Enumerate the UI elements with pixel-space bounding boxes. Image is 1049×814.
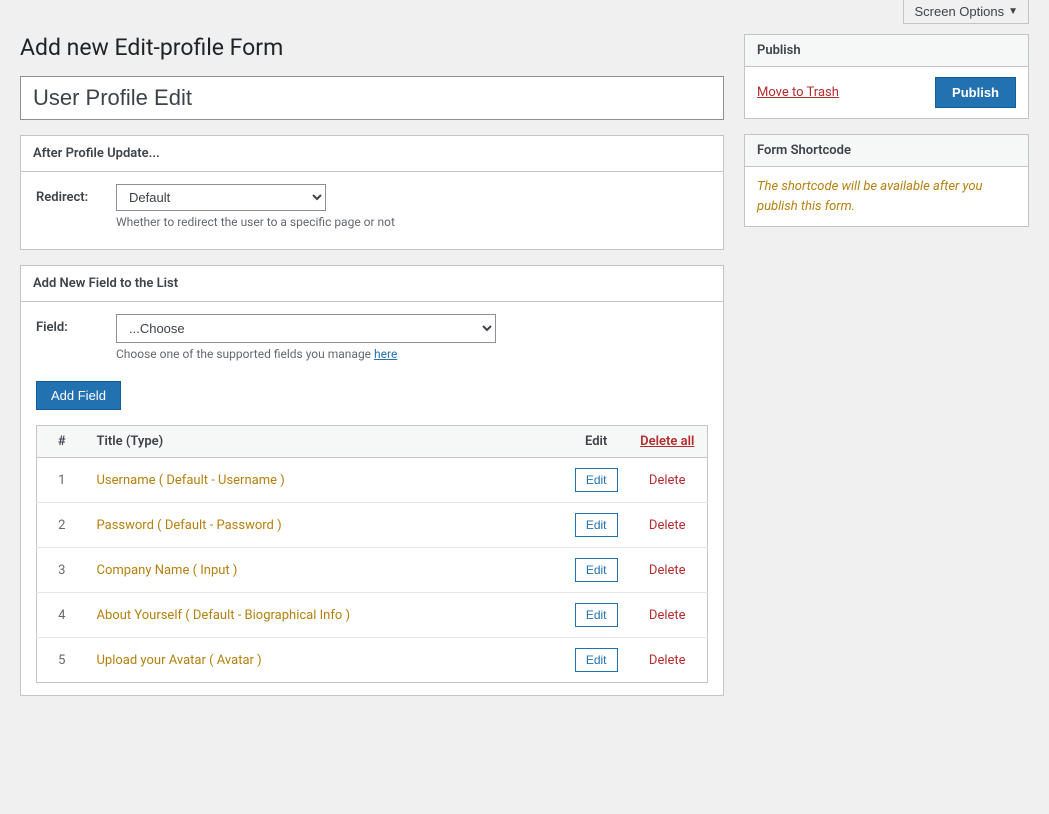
row-delete-link[interactable]: Delete bbox=[649, 473, 686, 488]
table-row: 1 Username ( Default - Username ) Edit Dele… bbox=[37, 458, 708, 503]
table-body: 1 Username ( Default - Username ) Edit Dele… bbox=[37, 458, 708, 683]
after-profile-update-header: After Profile Update... bbox=[21, 136, 723, 172]
publish-button[interactable]: Publish bbox=[935, 77, 1016, 108]
choose-field-description: Choose one of the supported fields you m… bbox=[116, 347, 708, 361]
redirect-description: Whether to redirect the user to a specif… bbox=[116, 215, 708, 229]
row-edit-cell: Edit bbox=[565, 593, 628, 638]
redirect-select[interactable]: Default Same Page Custom URL bbox=[116, 184, 326, 211]
row-number: 1 bbox=[37, 458, 87, 503]
shortcode-note: The shortcode will be available after yo… bbox=[757, 177, 1016, 216]
form-title-input[interactable] bbox=[20, 76, 724, 120]
add-field-button[interactable]: Add Field bbox=[36, 381, 121, 410]
publish-panel-header: Publish bbox=[745, 35, 1028, 67]
screen-options-label: Screen Options bbox=[914, 4, 1004, 19]
row-edit-cell: Edit bbox=[565, 458, 628, 503]
row-edit-button[interactable]: Edit bbox=[575, 468, 618, 492]
row-edit-cell: Edit bbox=[565, 548, 628, 593]
shortcode-panel-header: Form Shortcode bbox=[745, 135, 1028, 167]
row-delete-link[interactable]: Delete bbox=[649, 608, 686, 623]
row-title-text: Upload your Avatar ( Avatar ) bbox=[97, 653, 262, 668]
chevron-down-icon: ▼ bbox=[1008, 6, 1018, 17]
add-new-field-body: Field: ...Choose Choose one of the suppo… bbox=[21, 302, 723, 695]
row-edit-button[interactable]: Edit bbox=[575, 513, 618, 537]
col-header-edit: Edit bbox=[565, 426, 628, 458]
row-delete-cell: Delete bbox=[628, 593, 708, 638]
table-row: 3 Company Name ( Input ) Edit Delete bbox=[37, 548, 708, 593]
row-delete-cell: Delete bbox=[628, 548, 708, 593]
redirect-label: Redirect: bbox=[36, 184, 106, 205]
row-number: 3 bbox=[37, 548, 87, 593]
field-label: Field: bbox=[36, 314, 106, 335]
row-delete-link[interactable]: Delete bbox=[649, 653, 686, 668]
row-delete-link[interactable]: Delete bbox=[649, 563, 686, 578]
sidebar: Publish Move to Trash Publish Form Short… bbox=[744, 34, 1029, 711]
table-header-row: # Title (Type) Edit Delete all bbox=[37, 426, 708, 458]
row-title-text: Company Name ( Input ) bbox=[97, 563, 238, 578]
row-title-text: Password ( Default - Password ) bbox=[97, 518, 282, 533]
page-title: Add new Edit-profile Form bbox=[20, 34, 724, 61]
choose-field-row: Field: ...Choose Choose one of the suppo… bbox=[36, 314, 708, 361]
here-link[interactable]: here bbox=[374, 347, 397, 361]
col-header-title: Title (Type) bbox=[87, 426, 565, 458]
shortcode-panel-body: The shortcode will be available after yo… bbox=[745, 167, 1028, 226]
table-row: 5 Upload your Avatar ( Avatar ) Edit Delete bbox=[37, 638, 708, 683]
row-edit-button[interactable]: Edit bbox=[575, 558, 618, 582]
redirect-field-content: Default Same Page Custom URL Whether to … bbox=[116, 184, 708, 229]
shortcode-panel: Form Shortcode The shortcode will be ava… bbox=[744, 134, 1029, 227]
fields-table: # Title (Type) Edit Delete all 1 Username… bbox=[36, 425, 708, 683]
main-content: Add new Edit-profile Form After Profile … bbox=[20, 34, 724, 711]
after-profile-update-panel: After Profile Update... Redirect: Defaul… bbox=[20, 135, 724, 250]
row-delete-cell: Delete bbox=[628, 503, 708, 548]
row-number: 2 bbox=[37, 503, 87, 548]
row-number: 4 bbox=[37, 593, 87, 638]
row-title: Password ( Default - Password ) bbox=[87, 503, 565, 548]
move-to-trash-link[interactable]: Move to Trash bbox=[757, 85, 839, 100]
col-header-hash: # bbox=[37, 426, 87, 458]
choose-field-content: ...Choose Choose one of the supported fi… bbox=[116, 314, 708, 361]
row-edit-button[interactable]: Edit bbox=[575, 648, 618, 672]
row-edit-cell: Edit bbox=[565, 503, 628, 548]
row-edit-button[interactable]: Edit bbox=[575, 603, 618, 627]
row-title: Username ( Default - Username ) bbox=[87, 458, 565, 503]
publish-panel: Publish Move to Trash Publish bbox=[744, 34, 1029, 119]
table-row: 4 About Yourself ( Default - Biographical… bbox=[37, 593, 708, 638]
row-delete-link[interactable]: Delete bbox=[649, 518, 686, 533]
col-header-delete-all: Delete all bbox=[628, 426, 708, 458]
redirect-row: Redirect: Default Same Page Custom URL W… bbox=[36, 184, 708, 229]
after-profile-update-body: Redirect: Default Same Page Custom URL W… bbox=[21, 172, 723, 249]
add-new-field-panel: Add New Field to the List Field: ...Choo… bbox=[20, 265, 724, 696]
row-title: About Yourself ( Default - Biographical … bbox=[87, 593, 565, 638]
row-delete-cell: Delete bbox=[628, 638, 708, 683]
choose-field-desc-text: Choose one of the supported fields you m… bbox=[116, 347, 371, 361]
row-delete-cell: Delete bbox=[628, 458, 708, 503]
field-choose-select[interactable]: ...Choose bbox=[116, 314, 496, 343]
screen-options-button[interactable]: Screen Options ▼ bbox=[903, 0, 1029, 24]
row-title: Company Name ( Input ) bbox=[87, 548, 565, 593]
row-title-text: About Yourself ( Default - Biographical … bbox=[97, 608, 351, 623]
table-row: 2 Password ( Default - Password ) Edit Dele… bbox=[37, 503, 708, 548]
publish-panel-body: Move to Trash Publish bbox=[745, 67, 1028, 118]
add-new-field-header: Add New Field to the List bbox=[21, 266, 723, 302]
delete-all-link[interactable]: Delete all bbox=[640, 434, 694, 449]
row-edit-cell: Edit bbox=[565, 638, 628, 683]
row-title: Upload your Avatar ( Avatar ) bbox=[87, 638, 565, 683]
row-number: 5 bbox=[37, 638, 87, 683]
publish-row: Move to Trash Publish bbox=[757, 77, 1016, 108]
row-title-text: Username ( Default - Username ) bbox=[97, 473, 285, 488]
